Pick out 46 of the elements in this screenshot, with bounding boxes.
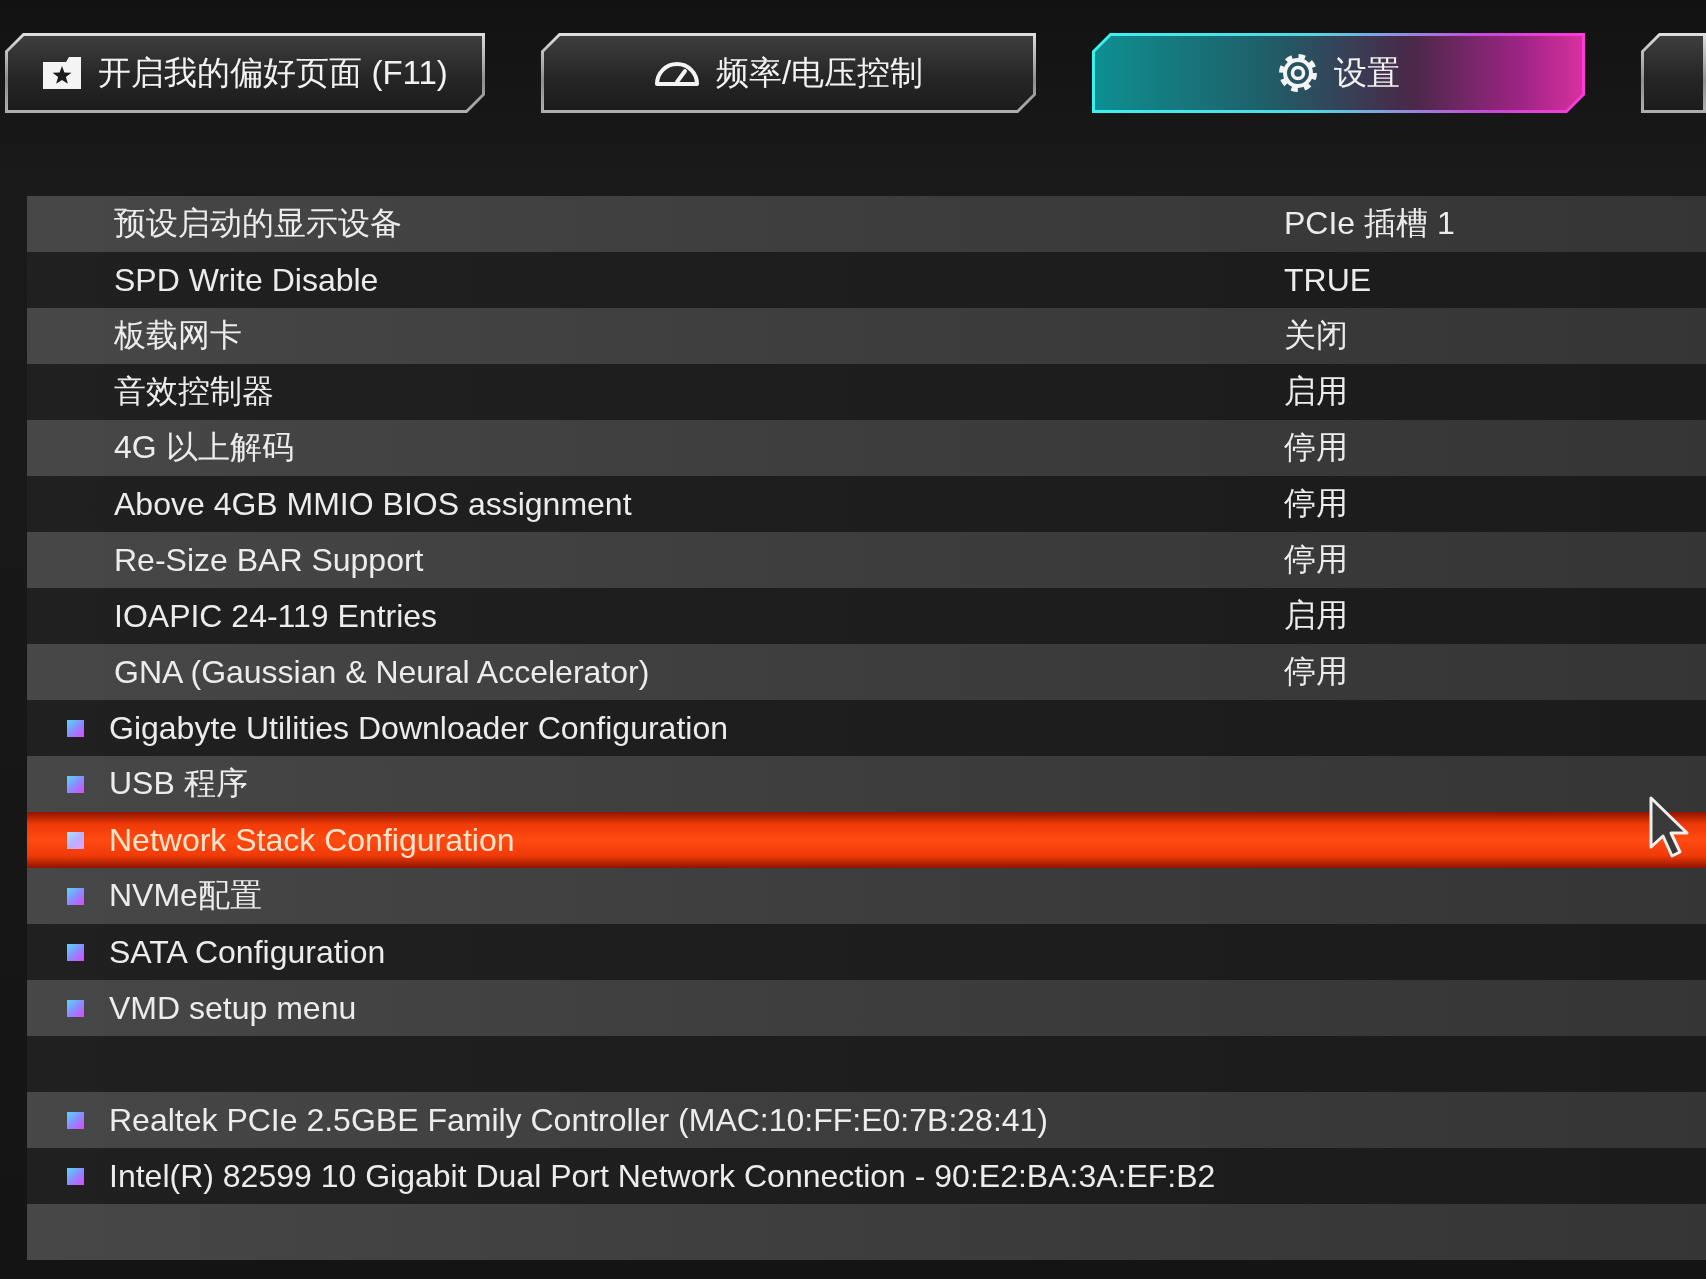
setting-label: SPD Write Disable xyxy=(113,261,379,299)
submenu-item[interactable]: NVMe配置 xyxy=(27,868,1706,924)
submenu-item[interactable]: Gigabyte Utilities Downloader Configuration xyxy=(27,700,1706,756)
setting-value: PCIe 插槽 1 xyxy=(1284,204,1455,243)
tab[interactable]: 频率/电压控制 xyxy=(541,33,1036,113)
tab[interactable]: 开启我的偏好页面 (F11) xyxy=(5,33,485,113)
setting-row[interactable]: 4G 以上解码 停用 xyxy=(27,420,1706,476)
setting-value: 停用 xyxy=(1284,540,1348,579)
square-bullet-icon xyxy=(67,1111,84,1129)
star-folder-icon xyxy=(42,56,83,90)
square-bullet-icon xyxy=(67,887,84,905)
setting-label: IOAPIC 24-119 Entries xyxy=(113,597,438,635)
setting-row[interactable]: 预设启动的显示设备 PCIe 插槽 1 xyxy=(27,196,1706,252)
setting-value: 关闭 xyxy=(1284,316,1348,355)
submenu-item[interactable]: USB 程序 xyxy=(27,756,1706,812)
network-device-item[interactable]: Realtek PCIe 2.5GBE Family Controller (MAC:10:FF:E0:7B:28:41) xyxy=(27,1092,1706,1148)
square-bullet-icon xyxy=(67,775,84,793)
tab[interactable]: 设置 xyxy=(1092,33,1585,113)
setting-row[interactable]: GNA (Gaussian & Neural Accelerator) 停用 xyxy=(27,644,1706,700)
tab[interactable] xyxy=(1641,33,1706,113)
square-bullet-icon xyxy=(67,999,84,1017)
setting-label: Above 4GB MMIO BIOS assignment xyxy=(113,485,632,523)
settings-icon xyxy=(1277,53,1318,93)
setting-label: 4G 以上解码 xyxy=(113,428,294,467)
setting-value: 启用 xyxy=(1284,596,1348,635)
setting-row[interactable]: Re-Size BAR Support 停用 xyxy=(27,532,1706,588)
setting-label: 板载网卡 xyxy=(113,316,242,355)
setting-row[interactable]: IOAPIC 24-119 Entries 启用 xyxy=(27,588,1706,644)
square-bullet-icon xyxy=(67,1167,84,1185)
square-bullet-icon xyxy=(67,943,84,961)
square-bullet-icon xyxy=(67,831,84,849)
setting-label: 预设启动的显示设备 xyxy=(113,204,402,243)
setting-row[interactable]: 板载网卡 关闭 xyxy=(27,308,1706,364)
setting-value: 停用 xyxy=(1284,484,1348,523)
submenu-item[interactable]: SATA Configuration xyxy=(27,924,1706,980)
setting-label: Re-Size BAR Support xyxy=(113,541,424,579)
square-bullet-icon xyxy=(67,719,84,737)
network-device-item[interactable]: Intel(R) 82599 10 Gigabit Dual Port Network Connection - 90:E2:BA:3A:EF:B2 xyxy=(27,1148,1706,1204)
setting-value: 启用 xyxy=(1284,372,1348,411)
submenu-item[interactable]: VMD setup menu xyxy=(27,980,1706,1036)
setting-label: GNA (Gaussian & Neural Accelerator) xyxy=(113,653,650,691)
setting-value: TRUE xyxy=(1284,261,1372,299)
setting-value: 停用 xyxy=(1284,428,1348,467)
setting-value: 停用 xyxy=(1284,652,1348,691)
gauge-icon xyxy=(653,59,700,87)
setting-label: 音效控制器 xyxy=(113,372,274,411)
